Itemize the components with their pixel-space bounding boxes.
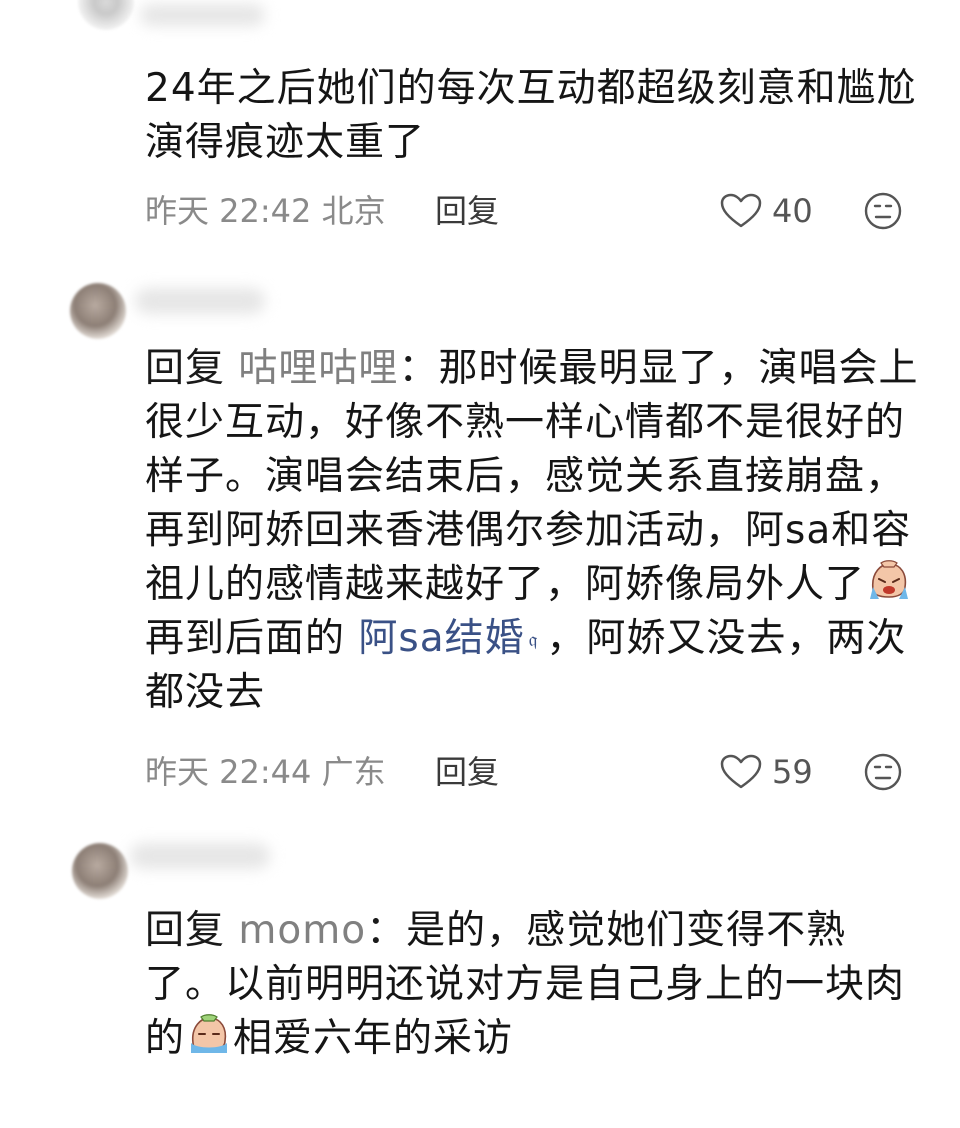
like-count: 59 bbox=[772, 753, 813, 791]
reply-colon: ： bbox=[366, 908, 407, 953]
username[interactable] bbox=[130, 843, 270, 869]
comment-meta: 昨天 22:42 北京 回复 40 bbox=[145, 186, 925, 236]
comment-text-part: 相爱六年的采访 bbox=[233, 1016, 514, 1061]
timestamp-location: 昨天 22:42 北京 bbox=[145, 192, 386, 230]
comment-text: 回复 咕哩咕哩：那时候最明显了，演唱会上很少互动，好像不熟一样心情都不是很好的样… bbox=[145, 342, 925, 720]
username[interactable] bbox=[135, 288, 265, 314]
heart-icon bbox=[720, 754, 762, 789]
avatar[interactable] bbox=[70, 283, 126, 339]
emoji-reaction-icon[interactable] bbox=[863, 191, 903, 231]
reply-colon: ： bbox=[398, 346, 439, 391]
reply-prefix: 回复 bbox=[145, 908, 226, 953]
like-count: 40 bbox=[772, 192, 813, 230]
comment-text: 24年之后她们的每次互动都超级刻意和尴尬 演得痕迹太重了 bbox=[145, 66, 917, 165]
search-icon: 𝔮 bbox=[528, 627, 539, 651]
comment-meta: 昨天 22:44 广东 回复 59 bbox=[145, 747, 925, 797]
reply-target-username[interactable]: momo bbox=[238, 908, 366, 953]
avatar[interactable] bbox=[78, 0, 134, 30]
search-link[interactable]: 阿sa结婚 bbox=[358, 616, 524, 661]
heart-icon bbox=[720, 193, 762, 228]
reply-button[interactable]: 回复 bbox=[435, 747, 499, 797]
avatar[interactable] bbox=[72, 843, 128, 899]
like-button[interactable]: 59 bbox=[720, 747, 813, 797]
crying-face-emoji bbox=[870, 560, 909, 599]
crying-face-emoji bbox=[191, 1014, 228, 1053]
comment-text: 回复 momo：是的，感觉她们变得不熟了。以前明明还说对方是自己身上的一块肉的相… bbox=[145, 904, 925, 1066]
reply-target-username[interactable]: 咕哩咕哩 bbox=[238, 346, 398, 391]
reply-prefix: 回复 bbox=[145, 346, 226, 391]
comment-meta-cutoff: ​ bbox=[145, 1078, 925, 1128]
like-button[interactable]: 40 bbox=[720, 186, 813, 236]
comment-text-part: 再到后面的 bbox=[145, 616, 346, 661]
timestamp-location: 昨天 22:44 广东 bbox=[145, 753, 386, 791]
username[interactable] bbox=[140, 4, 265, 26]
emoji-reaction-icon[interactable] bbox=[863, 752, 903, 792]
reply-button[interactable]: 回复 bbox=[435, 186, 499, 236]
